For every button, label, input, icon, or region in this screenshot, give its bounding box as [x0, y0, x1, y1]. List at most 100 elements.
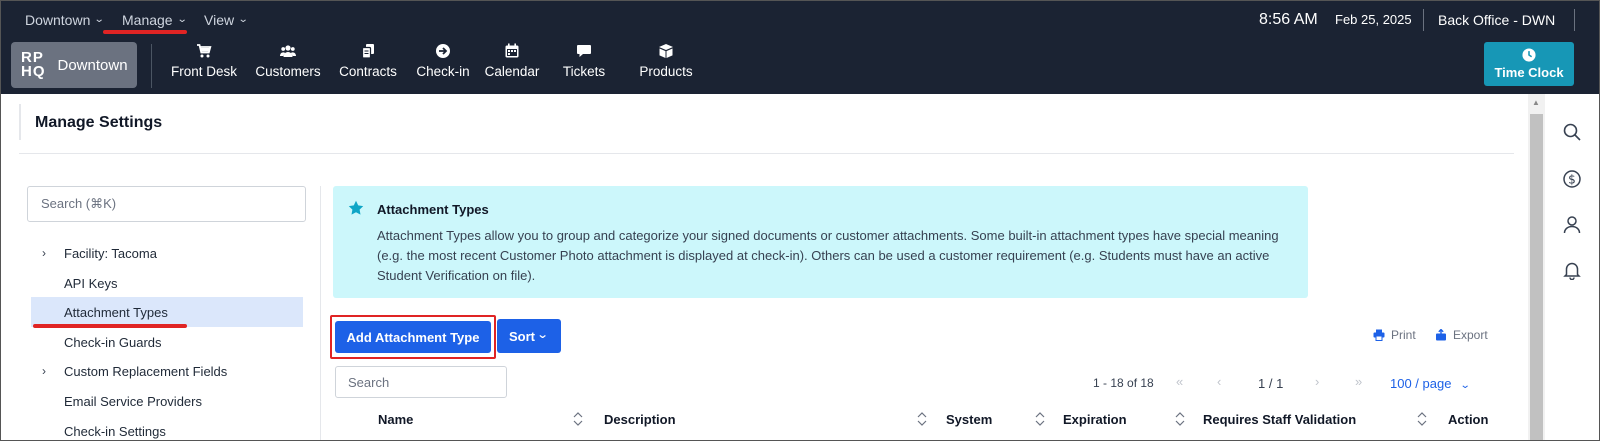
- users-icon: [280, 45, 296, 57]
- sidebar-item-label: API Keys: [64, 275, 118, 291]
- sidebar-item-custom-replacement-fields[interactable]: › Custom Replacement Fields: [31, 356, 303, 386]
- time-clock-button[interactable]: Time Clock: [1484, 42, 1574, 86]
- column-requires-staff-validation[interactable]: Requires Staff Validation: [1203, 412, 1356, 427]
- export-icon: [1436, 329, 1446, 341]
- first-page-button[interactable]: «: [1176, 374, 1183, 389]
- main-nav: RP HQ Downtown Front Desk Customers Cont…: [1, 38, 1599, 94]
- sidebar-item-label: Facility: Tacoma: [64, 245, 157, 261]
- sort-button[interactable]: Sort ⌄: [497, 319, 561, 353]
- nav-products[interactable]: Products: [631, 43, 701, 89]
- sort-label: Sort: [509, 328, 535, 344]
- nav-contracts-label: Contracts: [339, 64, 397, 79]
- sidebar-item-facility-tacoma[interactable]: › Facility: Tacoma: [31, 238, 303, 268]
- nav-front-desk-label: Front Desk: [170, 64, 238, 79]
- export-label: Export: [1453, 328, 1488, 342]
- page-indicator: 1 / 1: [1258, 376, 1284, 391]
- sort-toggle-icon[interactable]: [1035, 410, 1045, 428]
- sort-toggle-icon[interactable]: [1417, 410, 1427, 428]
- info-body: Attachment Types allow you to group and …: [377, 228, 1279, 283]
- menu-manage-label: Manage: [122, 11, 173, 28]
- sidebar-item-check-in-settings[interactable]: Check-in Settings: [31, 416, 303, 440]
- brand-name: Downtown: [57, 56, 128, 74]
- clock-time: 8:56 AM: [1259, 10, 1318, 28]
- scrollbar-thumb[interactable]: [1530, 114, 1543, 440]
- sidebar-item-api-keys[interactable]: API Keys: [31, 268, 303, 298]
- sidebar-item-check-in-guards[interactable]: Check-in Guards: [31, 327, 303, 357]
- last-page-button[interactable]: »: [1355, 374, 1362, 389]
- scroll-up-icon[interactable]: ▲: [1532, 98, 1540, 107]
- box-icon: [659, 44, 673, 58]
- right-rail: $: [1545, 94, 1599, 440]
- table-search-input[interactable]: Search: [335, 366, 507, 398]
- chevron-right-icon: ›: [42, 364, 46, 378]
- calendar-icon: [505, 43, 519, 58]
- nav-customers-label: Customers: [255, 64, 321, 79]
- column-action: Action: [1448, 412, 1489, 427]
- nav-customers[interactable]: Customers: [253, 43, 323, 89]
- prev-page-button[interactable]: ‹: [1217, 374, 1221, 389]
- column-expiration[interactable]: Expiration: [1063, 412, 1127, 427]
- dollar-icon[interactable]: $: [1562, 169, 1582, 189]
- vertical-scrollbar[interactable]: ▲: [1528, 94, 1545, 440]
- chevron-right-icon: ›: [42, 246, 46, 260]
- user-icon[interactable]: [1562, 214, 1582, 234]
- nav-front-desk[interactable]: Front Desk: [169, 43, 239, 89]
- nav-check-in[interactable]: Check-in: [408, 43, 478, 89]
- top-menu-bar: Downtown ⌄ Manage ⌄ View ⌄ 8:56 AM Feb 2…: [1, 1, 1599, 38]
- logo: RP HQ: [21, 50, 46, 80]
- sort-toggle-icon[interactable]: [917, 410, 927, 428]
- sidebar-item-label: Check-in Settings: [64, 423, 166, 439]
- documents-icon: [361, 44, 374, 59]
- divider: [19, 153, 1514, 154]
- divider: [1574, 9, 1575, 31]
- nav-tickets-label: Tickets: [562, 64, 606, 79]
- nav-check-in-label: Check-in: [416, 64, 470, 79]
- info-callout: Attachment Types Attachment Types allow …: [333, 186, 1308, 298]
- sort-toggle-icon[interactable]: [573, 410, 583, 428]
- brand-location-button[interactable]: RP HQ Downtown: [11, 42, 137, 88]
- column-system[interactable]: System: [946, 412, 992, 427]
- settings-search-input[interactable]: Search (⌘K): [27, 186, 306, 222]
- nav-calendar[interactable]: Calendar: [479, 43, 545, 89]
- menu-view[interactable]: View ⌄: [204, 1, 249, 38]
- divider: [151, 44, 152, 88]
- time-clock-label: Time Clock: [1494, 65, 1564, 80]
- column-description[interactable]: Description: [604, 412, 676, 427]
- sidebar-item-label: Check-in Guards: [64, 334, 162, 350]
- page-size-label: 100 / page: [1390, 376, 1452, 391]
- app-window: Downtown ⌄ Manage ⌄ View ⌄ 8:56 AM Feb 2…: [0, 0, 1600, 441]
- clock-icon: [1522, 48, 1536, 62]
- star-icon: [348, 200, 364, 215]
- chevron-down-icon: ⌄: [237, 14, 249, 25]
- highlight-underline: [103, 30, 187, 34]
- sort-toggle-icon[interactable]: [1175, 410, 1185, 428]
- nav-contracts[interactable]: Contracts: [333, 43, 403, 89]
- sidebar-item-label: Custom Replacement Fields: [64, 363, 228, 379]
- page-size-select[interactable]: 100 / page ⌄: [1390, 376, 1471, 391]
- nav-tickets[interactable]: Tickets: [554, 43, 614, 89]
- chevron-down-icon: ⌄: [176, 14, 188, 25]
- logo-line-2: HQ: [21, 63, 46, 80]
- menu-view-label: View: [204, 11, 235, 28]
- title-accent: [19, 104, 21, 140]
- result-range: 1 - 18 of 18: [1093, 376, 1154, 390]
- menu-downtown[interactable]: Downtown ⌄: [25, 1, 105, 38]
- add-attachment-type-button[interactable]: Add Attachment Type: [335, 321, 491, 353]
- search-icon[interactable]: [1562, 122, 1582, 142]
- next-page-button[interactable]: ›: [1315, 374, 1319, 389]
- nav-calendar-label: Calendar: [484, 64, 540, 79]
- chevron-down-icon: ⌄: [1459, 380, 1471, 391]
- svg-text:$: $: [1568, 173, 1576, 187]
- column-name[interactable]: Name: [378, 412, 413, 427]
- sidebar-item-attachment-types[interactable]: Attachment Types: [31, 297, 303, 327]
- export-button[interactable]: Export: [1435, 328, 1488, 342]
- divider: [320, 186, 321, 440]
- bell-icon[interactable]: [1562, 260, 1582, 280]
- printer-icon: [1373, 329, 1385, 341]
- sidebar-item-email-service-providers[interactable]: Email Service Providers: [31, 386, 303, 416]
- page-title: Manage Settings: [35, 114, 163, 131]
- clock-date: Feb 25, 2025: [1335, 12, 1412, 27]
- print-button[interactable]: Print: [1373, 328, 1416, 342]
- print-label: Print: [1391, 328, 1416, 342]
- location-label[interactable]: Back Office - DWN: [1438, 1, 1555, 38]
